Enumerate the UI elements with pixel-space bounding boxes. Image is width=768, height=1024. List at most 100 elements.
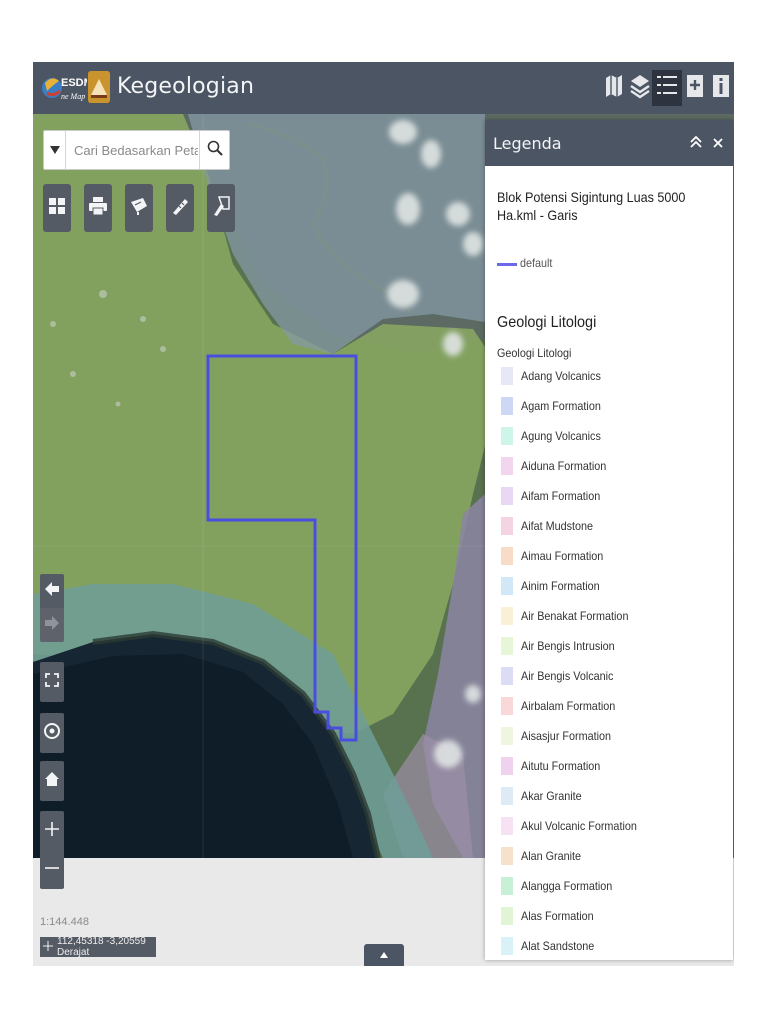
collapse-panel-button[interactable]: [687, 133, 705, 153]
layers-button[interactable]: [625, 70, 655, 106]
legend-item: Alangga Formation: [501, 876, 729, 896]
legend-item: Aimau Formation: [501, 546, 729, 566]
coordinate-readout[interactable]: 112,45318 -3,20559 Derajat: [40, 936, 156, 958]
layer-title-geologi: Geologi Litologi: [497, 314, 597, 331]
fullscreen-icon: [45, 672, 59, 692]
legend-item-label: Alas Formation: [521, 909, 594, 923]
legend-item-label: Aitutu Formation: [521, 759, 601, 773]
app-title: Kegeologian: [117, 74, 255, 99]
legend-item: Agung Volcanics: [501, 426, 729, 446]
legend-swatch: [501, 697, 513, 715]
close-icon: [713, 135, 723, 152]
search-button[interactable]: [199, 131, 229, 169]
close-panel-button[interactable]: [709, 133, 727, 153]
legend-button[interactable]: [652, 70, 682, 106]
double-chevron-up-icon: [690, 135, 702, 152]
search-input[interactable]: [66, 132, 198, 168]
legend-swatch: [501, 487, 513, 505]
layer-title-blok-potensi: Blok Potensi Sigintung Luas 5000 Ha.kml …: [497, 189, 686, 223]
coordinate-text: 112,45318 -3,20559 Derajat: [57, 936, 146, 958]
legend-item: Akar Granite: [501, 786, 729, 806]
legend-swatch: [501, 757, 513, 775]
zoom-out-button[interactable]: [40, 851, 64, 889]
legend-item-label: Agung Volcanics: [521, 429, 601, 443]
previous-extent-button[interactable]: [40, 574, 64, 608]
symbol-label: default: [520, 256, 553, 270]
locate-button[interactable]: [40, 713, 64, 753]
print-icon: [88, 196, 108, 221]
search-source-dropdown[interactable]: [44, 131, 66, 169]
legend-item: Alas Formation: [501, 906, 729, 926]
fullscreen-button[interactable]: [40, 662, 64, 702]
legend-item-label: Aifat Mudstone: [521, 519, 594, 533]
search-icon: [207, 140, 223, 161]
legend-header: Legenda: [485, 120, 733, 166]
next-extent-button[interactable]: [40, 608, 64, 642]
legend-item: Alat Sandstone: [501, 936, 729, 956]
legend-item: Airbalam Formation: [501, 696, 729, 716]
legend-item-label: Airbalam Formation: [521, 699, 616, 713]
arrow-left-icon: [45, 581, 59, 602]
legend-swatch: [501, 937, 513, 955]
legend-item-label: Adang Volcanics: [521, 369, 601, 383]
plus-icon: [45, 821, 59, 841]
legend-panel: Legenda Blok Potensi Sigintung Luas 5000…: [485, 120, 733, 960]
geology-logo: [88, 71, 110, 103]
crosshair-icon: [43, 940, 53, 954]
legend-icon: [656, 73, 678, 104]
legend-title: Legenda: [493, 134, 562, 153]
legend-swatch: [501, 877, 513, 895]
legend-item: Aitutu Formation: [501, 756, 729, 776]
legend-item-label: Air Bengis Intrusion: [521, 639, 615, 653]
svg-text:ne Map: ne Map: [61, 92, 85, 101]
legend-item: Aifam Formation: [501, 486, 729, 506]
legend-item: Ainim Formation: [501, 576, 729, 596]
legend-swatch: [501, 577, 513, 595]
minus-icon: [45, 861, 59, 880]
zoom-in-button[interactable]: [40, 811, 64, 851]
svg-text:ESDM: ESDM: [61, 77, 87, 89]
legend-item: Aiduna Formation: [501, 456, 729, 476]
legend-item-label: Aifam Formation: [521, 489, 601, 503]
legend-swatch: [501, 817, 513, 835]
legend-swatch: [501, 547, 513, 565]
legend-swatch: [501, 667, 513, 685]
print-button[interactable]: [84, 184, 112, 232]
home-button[interactable]: [40, 761, 64, 801]
info-icon: [711, 73, 731, 104]
draw-icon: [211, 195, 231, 222]
app-window: ESDM ne Map Kegeologian: [33, 62, 734, 966]
attribute-table-toggle[interactable]: [364, 944, 404, 966]
legend-item-label: Akul Volcanic Formation: [521, 819, 637, 833]
legend-swatch: [501, 517, 513, 535]
caret-up-icon: [380, 950, 388, 960]
draw-button[interactable]: [207, 184, 235, 232]
app-header: ESDM ne Map Kegeologian: [33, 62, 734, 114]
legend-body[interactable]: Blok Potensi Sigintung Luas 5000 Ha.kml …: [485, 166, 733, 960]
layer-subtitle-geologi: Geologi Litologi: [497, 346, 572, 360]
add-data-icon: [685, 73, 705, 104]
legend-item-label: Akar Granite: [521, 789, 582, 803]
legend-item-label: Aimau Formation: [521, 549, 604, 563]
legend-item-label: Aiduna Formation: [521, 459, 607, 473]
legend-item: Aifat Mudstone: [501, 516, 729, 536]
legend-item-label: Agam Formation: [521, 399, 601, 413]
esdm-logo: ESDM ne Map: [41, 71, 93, 105]
legend-swatch: [501, 397, 513, 415]
measure-button[interactable]: [125, 184, 153, 232]
measure-icon: [129, 196, 149, 221]
legend-swatch: [501, 787, 513, 805]
legend-item-label: Aisasjur Formation: [521, 729, 612, 743]
ruler-button[interactable]: [166, 184, 194, 232]
legend-swatch: [501, 907, 513, 925]
search-box: [43, 130, 230, 170]
legend-item: Agam Formation: [501, 396, 729, 416]
legend-item-label: Alan Granite: [521, 849, 582, 863]
legend-item: Alan Granite: [501, 846, 729, 866]
legend-swatch: [501, 367, 513, 385]
legend-swatch: [501, 427, 513, 445]
basemap-gallery-button[interactable]: [43, 184, 71, 232]
home-icon: [44, 771, 60, 792]
legend-item-label: Air Benakat Formation: [521, 609, 629, 623]
info-button[interactable]: [706, 70, 734, 106]
